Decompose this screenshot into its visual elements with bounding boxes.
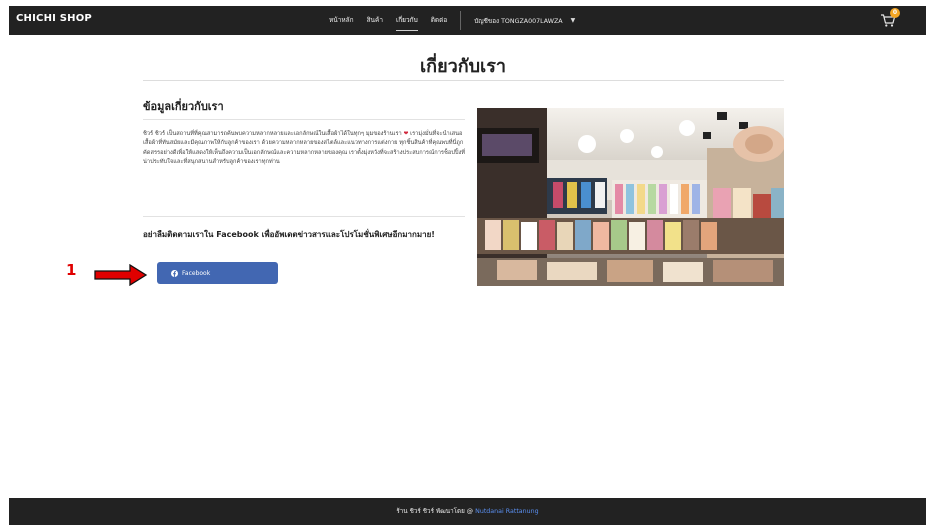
- heart-icon: ❤: [403, 131, 409, 137]
- caret-down-icon: ▼: [570, 17, 576, 24]
- brand-logo[interactable]: CHICHI SHOP: [16, 13, 92, 24]
- nav-divider: [460, 11, 462, 30]
- content-divider: [143, 216, 465, 217]
- nav-link-contact[interactable]: ติดต่อ: [431, 6, 448, 35]
- clothing-store-photo: [477, 108, 784, 286]
- annotation-arrow-icon: [94, 264, 148, 286]
- facebook-button-label: Facebook: [182, 269, 211, 277]
- follow-facebook-text: อย่าลืมติดตามเราใน Facebook เพื่ออัพเดตข…: [143, 230, 435, 239]
- footer-text: ร้าน ชิวร์ ชิวร์ พัฒนาโดย @: [396, 508, 474, 515]
- annotation-number: 1: [66, 261, 77, 279]
- section-divider: [143, 119, 465, 120]
- footer-author-link[interactable]: Nutdanai Rattanung: [475, 508, 539, 515]
- facebook-button[interactable]: Facebook: [157, 262, 278, 284]
- account-dropdown[interactable]: บัญชีของ TONGZA007LAWZA ▼: [474, 16, 575, 26]
- title-divider: [143, 80, 784, 81]
- cart-count-badge: 0: [890, 8, 900, 18]
- footer: ร้าน ชิวร์ ชิวร์ พัฒนาโดย @ Nutdanai Rat…: [9, 498, 926, 525]
- facebook-icon: [171, 269, 178, 277]
- about-text-part-1: ชิวร์ ชิวร์ เป็นสถานที่ที่คุณสามารถค้นพบ…: [143, 131, 402, 137]
- page-title: เกี่ยวกับเรา: [420, 56, 506, 77]
- about-paragraph: ชิวร์ ชิวร์ เป็นสถานที่ที่คุณสามารถค้นพบ…: [143, 130, 467, 168]
- section-heading: ข้อมูลเกี่ยวกับเรา: [143, 100, 224, 113]
- nav-link-about[interactable]: เกี่ยวกับ: [396, 6, 418, 35]
- nav-links: หน้าหลัก สินค้า เกี่ยวกับ ติดต่อ บัญชีขอ…: [329, 6, 575, 35]
- nav-link-products[interactable]: สินค้า: [367, 6, 383, 35]
- nav-link-home[interactable]: หน้าหลัก: [329, 6, 354, 35]
- account-label: บัญชีของ TONGZA007LAWZA: [474, 17, 563, 25]
- top-navbar: CHICHI SHOP หน้าหลัก สินค้า เกี่ยวกับ ติ…: [9, 6, 926, 35]
